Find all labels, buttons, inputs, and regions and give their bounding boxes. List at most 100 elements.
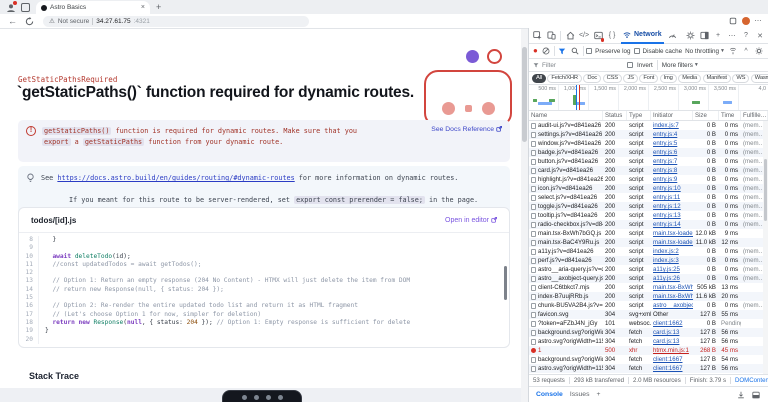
filter-toggle-icon[interactable] bbox=[557, 46, 567, 56]
request-initiator[interactable]: client:1667 bbox=[653, 356, 682, 363]
network-row[interactable]: astro.svg?origWidth=1158&…304fetchcard.j… bbox=[529, 337, 768, 346]
inspect-icon[interactable] bbox=[254, 395, 259, 400]
network-row[interactable]: window.js?v=d841ea26200scriptentry.js:50… bbox=[529, 139, 768, 148]
request-name[interactable]: astro__aria-query.js?v=d8… bbox=[538, 265, 603, 274]
device-toolbar-icon[interactable] bbox=[546, 31, 556, 41]
network-row[interactable]: select.js?v=d841ea26200scriptentry.js:11… bbox=[529, 193, 768, 202]
security-label[interactable]: Not secure bbox=[58, 18, 89, 25]
request-initiator[interactable]: entry.js:9 bbox=[653, 176, 677, 183]
browser-profile-icon[interactable] bbox=[5, 2, 16, 13]
network-row[interactable]: badge.js?v=d841ea26200scriptentry.js:60 … bbox=[529, 148, 768, 157]
disable-cache-checkbox[interactable] bbox=[634, 48, 640, 54]
request-initiator[interactable]: htmx.min.js:1 bbox=[653, 347, 689, 354]
astro-icon[interactable] bbox=[242, 395, 247, 400]
docs-reference-link[interactable]: See Docs Reference bbox=[431, 126, 502, 156]
request-initiator[interactable]: main.tsx-loader… bbox=[653, 239, 693, 246]
network-row[interactable]: settings.js?v=d841ea26200scriptentry.js:… bbox=[529, 130, 768, 139]
column-header-name[interactable]: Name bbox=[529, 111, 603, 120]
request-name[interactable]: window.js?v=d841ea26 bbox=[538, 139, 601, 148]
add-panel-icon[interactable]: + bbox=[713, 31, 723, 41]
filter-chip-js[interactable]: JS bbox=[623, 74, 637, 83]
column-header-status[interactable]: Status bbox=[603, 111, 627, 120]
request-name[interactable]: highlight.js?v=d841ea26 bbox=[538, 175, 603, 184]
clear-button[interactable] bbox=[541, 46, 551, 56]
elements-tab-icon[interactable]: </> bbox=[579, 31, 589, 41]
search-icon[interactable] bbox=[570, 46, 580, 56]
filter-chip-ws[interactable]: WS bbox=[732, 74, 749, 83]
more-filters-button[interactable]: More filters ▼ bbox=[662, 62, 699, 69]
filter-chip-font[interactable]: Font bbox=[639, 74, 658, 83]
performance-tab-icon[interactable] bbox=[668, 31, 678, 41]
scrollbar-thumb[interactable] bbox=[522, 47, 527, 142]
network-row[interactable]: ?token=aFZbJ4N_jGy101websoc…client:16620… bbox=[529, 319, 768, 328]
network-row[interactable]: background.svg?origWidth=…304fetchclient… bbox=[529, 355, 768, 364]
browser-menu-icon[interactable]: ⋯ bbox=[755, 17, 763, 25]
request-initiator[interactable]: main.tsx-BxWh7… bbox=[653, 293, 693, 300]
preserve-log-checkbox[interactable] bbox=[586, 48, 592, 54]
new-tab-button[interactable]: + bbox=[156, 2, 161, 12]
network-row[interactable]: 1500xhrhtmx.min.js:1268 B45 ms bbox=[529, 346, 768, 355]
request-initiator[interactable]: entry.js:13 bbox=[653, 212, 681, 219]
network-row[interactable]: main.tsx-BaC4Y9Ru.js200scriptmain.tsx-lo… bbox=[529, 238, 768, 247]
home-tab-icon[interactable] bbox=[565, 31, 575, 41]
request-name[interactable]: toggle.js?v=d841ea26 bbox=[538, 202, 598, 211]
request-initiator[interactable]: client:1662 bbox=[653, 320, 682, 327]
tab-close-icon[interactable]: × bbox=[141, 4, 145, 11]
request-name[interactable]: 1 bbox=[538, 346, 541, 355]
column-header-fulfille-[interactable]: Fulfille… bbox=[741, 111, 768, 120]
request-name[interactable]: a11y.js?v=d841ea26 bbox=[538, 247, 594, 256]
timeline-overview[interactable]: 500 ms1,000 ms1,500 ms2,000 ms2,500 ms3,… bbox=[529, 85, 768, 111]
request-name[interactable]: ?token=aFZbJ4N_jGy bbox=[538, 319, 597, 328]
request-initiator[interactable]: index.js:7 bbox=[653, 122, 679, 129]
request-initiator[interactable]: card.js:13 bbox=[653, 329, 679, 336]
network-row[interactable]: main.tsx-BxWh7bGQ.js200scriptmain.tsx-lo… bbox=[529, 229, 768, 238]
record-button[interactable]: ● bbox=[533, 47, 538, 55]
workspaces-icon[interactable] bbox=[21, 3, 30, 12]
request-initiator[interactable]: index.js:2 bbox=[653, 248, 679, 255]
browser-tab[interactable]: Astro Basics × bbox=[36, 1, 150, 14]
request-initiator[interactable]: astro__axobject… bbox=[653, 302, 693, 309]
filter-chip-manifest[interactable]: Manifest bbox=[703, 74, 731, 83]
request-name[interactable]: settings.js?v=d841ea26 bbox=[538, 130, 602, 139]
request-name[interactable]: badge.js?v=d841ea26 bbox=[538, 148, 598, 157]
network-row[interactable]: audit-ui.js?v=d841ea26200scriptindex.js:… bbox=[529, 121, 768, 130]
address-bar[interactable]: ⚠ Not secure 34.27.61.75:4321 bbox=[43, 16, 309, 27]
filter-chip-all[interactable]: All bbox=[532, 74, 546, 83]
network-row[interactable]: chunk-BU5VA2B4.js?v=d84…200scriptastro__… bbox=[529, 301, 768, 310]
drawer-tab-issues[interactable]: Issues bbox=[570, 391, 590, 398]
inspect-element-icon[interactable] bbox=[532, 31, 542, 41]
column-header-time[interactable]: Time bbox=[719, 111, 741, 120]
request-name[interactable]: main.tsx-BxWh7bGQ.js bbox=[538, 229, 601, 238]
code-scrollbar[interactable] bbox=[504, 266, 507, 300]
settings-gear-icon[interactable] bbox=[685, 31, 695, 41]
network-row[interactable]: a11y.js?v=d841ea26200scriptindex.js:20 B… bbox=[529, 247, 768, 256]
network-row[interactable]: perf.js?v=d841ea26200scriptindex.js:30 B… bbox=[529, 256, 768, 265]
filter-chip-doc[interactable]: Doc bbox=[583, 74, 601, 83]
network-row[interactable]: astro__aria-query.js?v=d8…200scripta11y.… bbox=[529, 265, 768, 274]
filter-chip-css[interactable]: CSS bbox=[603, 74, 622, 83]
request-name[interactable]: tooltip.js?v=d841ea26 bbox=[538, 211, 597, 220]
dock-bottom-icon[interactable] bbox=[751, 390, 761, 400]
filter-chip-fetch-xhr[interactable]: Fetch/XHR bbox=[547, 74, 582, 83]
browser-avatar[interactable] bbox=[742, 17, 750, 25]
network-row[interactable]: tooltip.js?v=d841ea26200scriptentry.js:1… bbox=[529, 211, 768, 220]
filter-chip-media[interactable]: Media bbox=[678, 74, 701, 83]
docs-url-link[interactable]: https://docs.astro.build/en/guides/routi… bbox=[57, 174, 294, 182]
request-name[interactable]: background.svg?origWidth=… bbox=[538, 355, 603, 364]
column-header-type[interactable]: Type bbox=[627, 111, 651, 120]
expand-icon[interactable]: ^ bbox=[741, 46, 751, 56]
request-name[interactable]: audit-ui.js?v=d841ea26 bbox=[538, 121, 601, 130]
request-initiator[interactable]: entry.js:12 bbox=[653, 203, 681, 210]
network-table-header[interactable]: NameStatusTypeInitiatorSizeTimeFulfille… bbox=[529, 111, 768, 121]
request-initiator[interactable]: entry.js:8 bbox=[653, 167, 677, 174]
filter-chip-img[interactable]: Img bbox=[660, 74, 677, 83]
network-row[interactable]: toggle.js?v=d841ea26200scriptentry.js:12… bbox=[529, 202, 768, 211]
sources-tab-icon[interactable]: { } bbox=[607, 31, 617, 41]
request-name[interactable]: card.js?v=d841ea26 bbox=[538, 166, 593, 175]
back-button[interactable]: ← bbox=[8, 16, 17, 26]
request-initiator[interactable]: card.js:13 bbox=[653, 338, 679, 345]
request-name[interactable]: radio-checkbox.js?v=d841… bbox=[538, 220, 603, 229]
invert-label[interactable]: Invert bbox=[637, 62, 653, 69]
request-initiator[interactable]: entry.js:4 bbox=[653, 131, 677, 138]
request-initiator[interactable]: entry.js:5 bbox=[653, 140, 677, 147]
